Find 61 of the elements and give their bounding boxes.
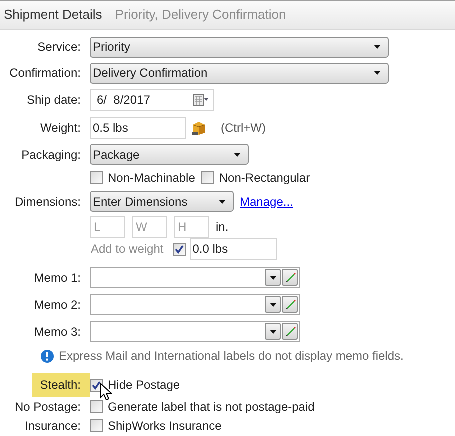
memo-field[interactable] <box>90 267 300 288</box>
memo-field[interactable] <box>90 294 300 315</box>
dropdown[interactable]: Package <box>90 144 249 165</box>
section-summary: Priority, Delivery Confirmation <box>115 6 286 24</box>
date-field[interactable]: 6/ 8/2017 <box>90 89 214 111</box>
caret-icon <box>219 200 226 204</box>
checkbox[interactable] <box>201 171 214 184</box>
dropdown[interactable]: Priority <box>90 36 389 58</box>
checkbox[interactable] <box>90 171 103 184</box>
dimension-field[interactable]: L <box>90 216 125 238</box>
caret-icon <box>270 330 276 334</box>
field-label: Memo 1: <box>34 270 81 286</box>
section-header[interactable]: Shipment Details Priority, Delivery Confirmation <box>0 0 455 30</box>
field-label: Add to weight <box>91 241 164 258</box>
checkbox-label: Generate label that is not postage-paid <box>108 398 315 416</box>
dropdown-button[interactable] <box>265 323 281 340</box>
checkbox[interactable] <box>90 400 103 413</box>
field-label: Memo 2: <box>34 296 81 314</box>
dropdown-button[interactable] <box>265 269 281 286</box>
field-label: Ship date: <box>26 92 81 109</box>
dropdown-button[interactable] <box>265 296 281 313</box>
checkbox-label: Non-Machinable <box>108 170 196 186</box>
caret-icon <box>234 152 241 156</box>
field-label: Insurance: <box>24 418 82 434</box>
field-label: Packaging: <box>22 146 81 164</box>
checkbox[interactable] <box>90 419 103 432</box>
check-icon <box>92 380 101 390</box>
field-label: No Postage: <box>14 398 82 416</box>
weight-field[interactable]: 0.0 lbs <box>190 238 277 260</box>
field-label: Dimensions: <box>14 194 81 210</box>
pencil-icon <box>284 326 296 337</box>
pencil-icon <box>284 299 296 310</box>
info-message: Express Mail and International labels do not display memo fields. <box>59 348 404 365</box>
pencil-icon <box>284 272 296 283</box>
dimension-field[interactable]: H <box>174 216 209 238</box>
caret-icon <box>374 45 381 49</box>
memo-field[interactable] <box>90 321 300 342</box>
dropdown[interactable]: Delivery Confirmation <box>90 62 389 84</box>
caret-icon <box>374 71 381 75</box>
checkbox-label: ShipWorks Insurance <box>108 418 222 434</box>
dimension-field[interactable]: W <box>132 216 167 238</box>
weight-field[interactable]: 0.5 lbs <box>90 116 186 138</box>
dropdown[interactable]: Enter Dimensions <box>90 191 234 212</box>
unit-label: in. <box>216 218 229 236</box>
checkbox-label: Non-Rectangular <box>219 170 310 186</box>
section-title: Shipment Details <box>4 6 102 24</box>
shortcut-hint: (Ctrl+W) <box>221 120 266 136</box>
field-label: Confirmation: <box>10 65 81 82</box>
checkbox[interactable] <box>172 242 186 256</box>
manage-link[interactable]: Manage... <box>240 192 294 210</box>
calendar-icon <box>193 94 209 106</box>
field-label: Service: <box>38 39 81 56</box>
checkbox-label: Hide Postage <box>108 377 180 394</box>
check-icon <box>174 244 184 254</box>
field-label: Memo 3: <box>34 324 81 340</box>
caret-icon <box>270 302 276 306</box>
field-label: Weight: <box>40 120 81 136</box>
field-label: Stealth: <box>32 373 90 397</box>
box-icon <box>192 120 206 134</box>
caret-icon <box>270 276 276 280</box>
info-icon <box>41 350 54 362</box>
